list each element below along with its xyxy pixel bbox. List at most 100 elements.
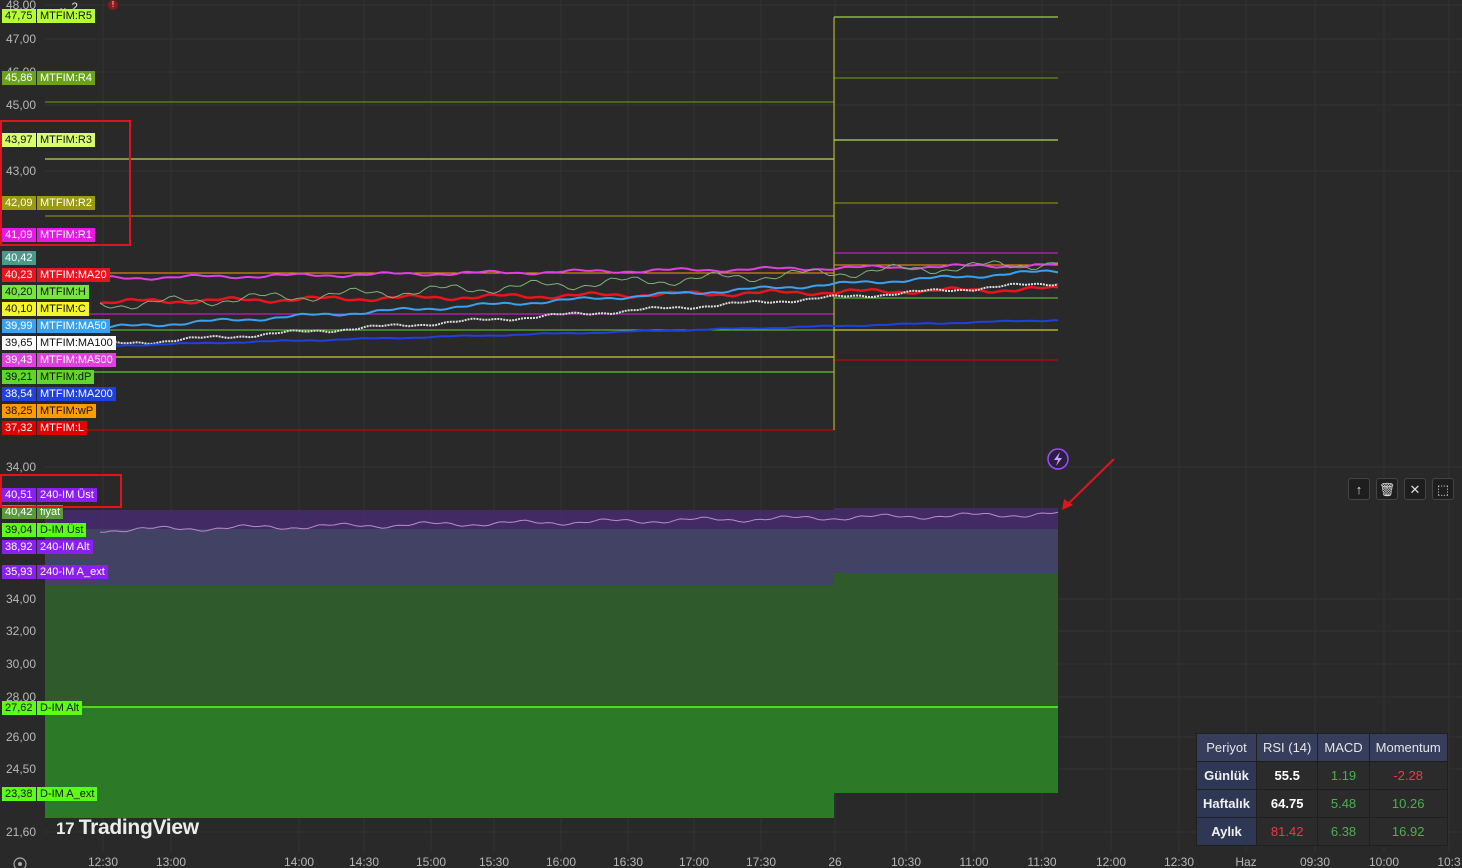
time-tick: 12:00	[1096, 855, 1126, 868]
im-alt-fill	[834, 529, 1058, 573]
price-tick: 32,00	[6, 624, 36, 638]
price-tick: 45,00	[6, 98, 36, 112]
collapse-icon[interactable]: ✕	[1404, 478, 1426, 500]
price-label-value: 27,62	[2, 701, 36, 715]
price-label-name: D-IM Alt	[37, 701, 83, 715]
lightning-icon[interactable]	[1047, 448, 1069, 470]
time-tick: 10:3	[1437, 855, 1461, 868]
time-tick: 12:30	[1164, 855, 1194, 868]
momentum-cell: 16.92	[1368, 817, 1448, 846]
price-label: 38,54 MTFIM:MA200	[2, 387, 116, 401]
header-macd: MACD	[1317, 733, 1370, 762]
price-label-value: 38,25	[2, 404, 36, 418]
time-tick: 10:00	[1369, 855, 1399, 868]
price-label-value: 39,99	[2, 319, 36, 333]
macd-cell: 5.48	[1317, 789, 1370, 818]
price-label: 40,23 MTFIM:MA20	[2, 268, 110, 282]
price-label-value: 40,10	[2, 302, 36, 316]
rsi-cell: 55.5	[1255, 761, 1319, 790]
price-label-value: 47,75	[2, 9, 36, 23]
period-cell: Haftalık	[1196, 789, 1257, 818]
trash-icon[interactable]: 🗑	[1376, 478, 1398, 500]
price-label-value: 40,42	[2, 251, 36, 265]
time-tick: 14:00	[284, 855, 314, 868]
price-tick: 30,00	[6, 657, 36, 671]
header-momentum: Momentum	[1368, 733, 1448, 762]
price-label-name: MTFIM:C	[37, 302, 89, 316]
rsi-cell: 81.42	[1255, 817, 1319, 846]
price-label-name: MTFIM:MA100	[37, 336, 116, 350]
price-label: 47,75 MTFIM:R5	[2, 9, 95, 23]
time-tick: 16:30	[613, 855, 643, 868]
d-im-alt-fill	[45, 707, 834, 818]
price-label: 39,04 D-IM Üst	[2, 523, 87, 537]
price-label: 40,10 MTFIM:C	[2, 302, 89, 316]
price-tick: 47,00	[6, 32, 36, 46]
price-label-name: MTFIM:R4	[37, 71, 95, 85]
band-fills	[45, 508, 1058, 818]
tv-logo-mark: 17	[56, 819, 79, 838]
price-label-value: 23,38	[2, 787, 36, 801]
d-im-fill	[834, 573, 1058, 707]
price-label: 37,32 MTFIM:L	[2, 421, 87, 435]
rsi-cell: 64.75	[1255, 789, 1319, 818]
d-im-fill	[45, 585, 834, 707]
time-tick: 11:00	[959, 855, 988, 868]
price-label-value: 39,21	[2, 370, 36, 384]
time-axis[interactable]: 12:30 13:00 14:00 14:30 15:00 15:30 16:00 16:30…	[88, 855, 1461, 868]
price-label-value: 37,32	[2, 421, 36, 435]
stats-row: Haftalık 64.75 5.48 10.26	[1196, 789, 1448, 818]
time-tick: 13:00	[156, 855, 186, 868]
price-label: 38,92 240-IM Alt	[2, 540, 93, 554]
time-tick: 11:30	[1027, 855, 1056, 868]
price-label-name: MTFIM:MA200	[37, 387, 116, 401]
price-label-name: 240-IM A_ext	[37, 565, 108, 579]
price-tick: 21,60	[6, 825, 36, 839]
tradingview-logo[interactable]: 17 TradingView	[56, 816, 199, 840]
momentum-cell: -2.28	[1368, 761, 1448, 790]
time-tick: 17:00	[679, 855, 709, 868]
price-label-name: D-IM Üst	[37, 523, 87, 537]
time-tick: 12:30	[88, 855, 118, 868]
stats-row: Günlük 55.5 1.19 -2.28	[1196, 761, 1448, 790]
price-label-name: MTFIM:R5	[37, 9, 95, 23]
im-band-fill	[834, 508, 1058, 529]
price-label-value: 38,92	[2, 540, 36, 554]
price-label-value: 39,65	[2, 336, 36, 350]
price-label: 39,43 MTFIM:MA500	[2, 353, 116, 367]
price-label: 45,86 MTFIM:R4	[2, 71, 95, 85]
time-tick: 14:30	[349, 855, 379, 868]
highlight-box-resistance	[0, 120, 131, 246]
settings-icon[interactable]	[13, 857, 27, 868]
header-period: Periyot	[1196, 733, 1257, 762]
price-label-value: 45,86	[2, 71, 36, 85]
im-alt-fill	[45, 529, 834, 585]
indicator-stats-table: Periyot RSI (14) MACD Momentum Günlük 55.…	[1196, 733, 1448, 846]
time-tick: Haz	[1235, 855, 1256, 868]
price-line	[99, 260, 1059, 310]
arrow-up-icon[interactable]: ↑	[1348, 478, 1370, 500]
price-label-value: 39,04	[2, 523, 36, 537]
price-label-name: D-IM A_ext	[37, 787, 98, 801]
d-im-alt-fill	[834, 707, 1058, 793]
ma20-line	[99, 285, 1059, 305]
price-label-value: 39,43	[2, 353, 36, 367]
ma200-line	[99, 319, 1059, 347]
price-label-value: 40,20	[2, 285, 36, 299]
price-label: 27,62 D-IM Alt	[2, 701, 83, 715]
price-label-name: MTFIM:MA500	[37, 353, 116, 367]
price-label: 35,93 240-IM A_ext	[2, 565, 108, 579]
price-label-value: 35,93	[2, 565, 36, 579]
alert-icon[interactable]: !	[108, 0, 118, 10]
period-cell: Aylık	[1196, 817, 1257, 846]
maximize-icon[interactable]: ⬚	[1432, 478, 1454, 500]
time-tick: 16:00	[546, 855, 576, 868]
time-tick: 09:30	[1300, 855, 1330, 868]
price-label: 38,25 MTFIM:wP	[2, 404, 97, 418]
price-label-name: MTFIM:wP	[37, 404, 97, 418]
highlight-box-240-im	[0, 474, 122, 508]
price-label: 40,42	[2, 251, 36, 265]
price-label: 39,21 MTFIM:dP	[2, 370, 95, 384]
price-label: 23,38 D-IM A_ext	[2, 787, 98, 801]
period-cell: Günlük	[1196, 761, 1257, 790]
